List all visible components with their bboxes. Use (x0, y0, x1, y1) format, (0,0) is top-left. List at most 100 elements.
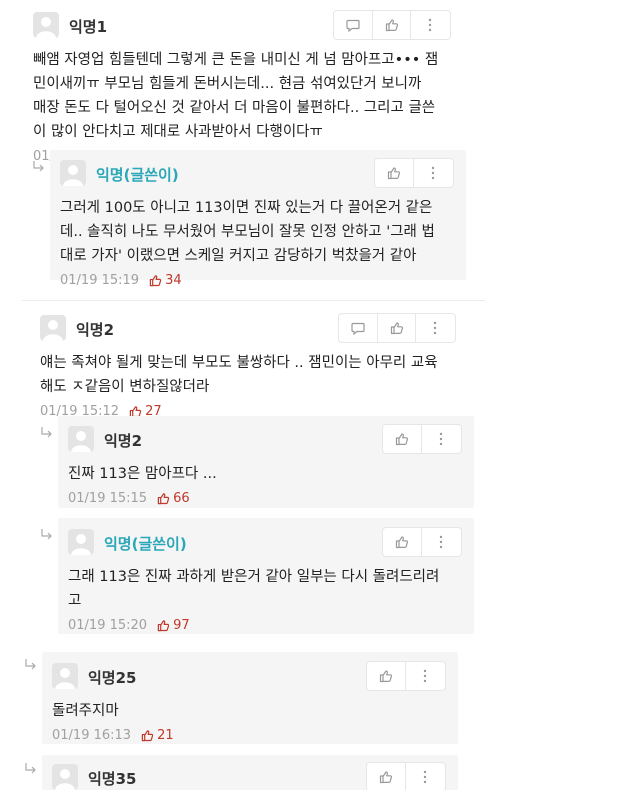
more-button[interactable] (413, 159, 451, 187)
divider (22, 300, 485, 301)
comment-meta: 01/19 15:20 97 (68, 618, 468, 633)
thumbs-up-icon (379, 771, 393, 784)
avatar (60, 160, 86, 186)
reply-arrow-icon (33, 161, 44, 172)
comment-actions (382, 424, 462, 454)
thumbs-up-icon (379, 670, 393, 683)
like-count: 34 (149, 273, 182, 288)
comment-meta: 01/19 16:13 21 (52, 728, 452, 743)
comment-author-op: 익명(글쓴이) (104, 535, 187, 553)
more-vertical-icon (428, 18, 431, 32)
like-button[interactable] (383, 528, 421, 556)
avatar (33, 12, 59, 38)
comment-page: 익명1 빼앰 자영업 힘들텐데 그렇게 큰 돈을 내미신 게 넘 맘아프고•••… (0, 0, 629, 790)
thumbs-up-icon (157, 493, 170, 505)
like-count-value: 34 (165, 273, 182, 288)
like-button[interactable] (367, 662, 405, 690)
reply-item: 익명(글쓴이) 그러게 100도 아니고 113이면 진짜 있는거 다 끌어온거… (60, 158, 460, 288)
like-button[interactable] (375, 159, 413, 187)
speech-bubble-icon (351, 322, 365, 335)
more-vertical-icon (433, 321, 436, 335)
comment-author: 익명2 (104, 432, 143, 450)
comment-actions (333, 10, 451, 40)
more-button[interactable] (410, 11, 448, 39)
like-count: 66 (157, 491, 190, 506)
comment-line: 돌려주지마 (52, 703, 119, 719)
like-count-value: 97 (173, 618, 190, 633)
comment-actions (374, 158, 454, 188)
comment-line: 매장 돈도 다 털어오신 것 같아서 더 마음이 불편하다.. 그리고 글쓴 (33, 100, 436, 116)
comment-meta: 01/19 15:19 34 (60, 273, 460, 288)
more-vertical-icon (423, 669, 426, 683)
like-button[interactable] (377, 314, 415, 342)
thumbs-up-icon (387, 167, 401, 180)
comment-actions (366, 762, 446, 790)
more-vertical-icon (431, 166, 434, 180)
avatar (68, 426, 94, 452)
comment-header: 익명35 (52, 762, 452, 790)
comment-time: 01/19 15:19 (60, 273, 140, 288)
comment-author: 익명2 (76, 321, 115, 339)
comment-header: 익명25 (52, 661, 452, 691)
like-count: 21 (141, 728, 174, 743)
comment-actions (366, 661, 446, 691)
thumbs-up-icon (385, 19, 398, 32)
comment-line: 그래 113은 진짜 과하게 받은거 같아 일부는 다시 돌려드리려 (68, 569, 440, 585)
thumbs-up-icon (395, 433, 409, 446)
comment-body: 그러게 100도 아니고 113이면 진짜 있는거 다 끌어온거 같은 데.. … (60, 196, 460, 268)
avatar (52, 663, 78, 689)
comment-header: 익명(글쓴이) (68, 527, 468, 557)
reply-button[interactable] (334, 11, 372, 39)
like-button[interactable] (367, 763, 405, 790)
comment-header: 익명(글쓴이) (60, 158, 460, 188)
comment-item: 익명2 얘는 족쳐야 될게 맞는데 부모도 불쌍하다 .. 잼민이는 아무리 교… (40, 313, 480, 419)
thumbs-up-icon (149, 275, 162, 287)
avatar (68, 529, 94, 555)
comment-author: 익명25 (88, 669, 137, 687)
more-button[interactable] (421, 528, 459, 556)
avatar (40, 315, 66, 341)
comment-actions (382, 527, 462, 557)
comment-header: 익명2 (68, 424, 468, 454)
comment-author: 익명1 (69, 18, 108, 36)
more-vertical-icon (439, 432, 442, 446)
like-count: 97 (157, 618, 190, 633)
like-count-value: 66 (173, 491, 190, 506)
more-button[interactable] (421, 425, 459, 453)
comment-header: 익명1 (33, 10, 463, 40)
reply-item: 익명35 (52, 762, 452, 790)
reply-arrow-icon (41, 427, 52, 438)
comment-header: 익명2 (40, 313, 480, 343)
comment-body: 돌려주지마 (52, 699, 452, 723)
more-vertical-icon (423, 770, 426, 784)
like-button[interactable] (372, 11, 410, 39)
speech-bubble-icon (346, 19, 360, 32)
reply-arrow-icon (25, 659, 36, 670)
reply-arrow-icon (25, 763, 36, 774)
more-button[interactable] (405, 662, 443, 690)
more-button[interactable] (415, 314, 453, 342)
comment-line: 빼앰 자영업 힘들텐데 그렇게 큰 돈을 내미신 게 넘 맘아프고••• 잼 (33, 52, 439, 68)
comment-body: 진짜 113은 맘아프다 ... (68, 462, 468, 486)
reply-item: 익명25 돌려주지마 01/19 16:13 21 (52, 661, 452, 743)
reply-item: 익명2 진짜 113은 맘아프다 ... 01/19 15:15 66 (68, 424, 468, 506)
like-count-value: 21 (157, 728, 174, 743)
thumbs-up-icon (157, 620, 170, 632)
comment-author-op: 익명(글쓴이) (96, 166, 179, 184)
comment-actions (338, 313, 456, 343)
more-vertical-icon (439, 535, 442, 549)
comment-time: 01/19 15:15 (68, 491, 148, 506)
more-button[interactable] (405, 763, 443, 790)
comment-line: 고 (68, 593, 82, 609)
like-button[interactable] (383, 425, 421, 453)
reply-arrow-icon (41, 529, 52, 540)
reply-item: 익명(글쓴이) 그래 113은 진짜 과하게 받은거 같아 일부는 다시 돌려드… (68, 527, 468, 633)
reply-button[interactable] (339, 314, 377, 342)
comment-time: 01/19 16:13 (52, 728, 132, 743)
comment-author: 익명35 (88, 770, 137, 788)
thumbs-up-icon (390, 322, 403, 335)
comment-time: 01/19 15:20 (68, 618, 148, 633)
comment-line: 해도 ㅈ같음이 변하질않더라 (40, 379, 210, 395)
comment-meta: 01/19 15:15 66 (68, 491, 468, 506)
comment-line: 그러게 100도 아니고 113이면 진짜 있는거 다 끌어온거 같은 (60, 200, 433, 216)
